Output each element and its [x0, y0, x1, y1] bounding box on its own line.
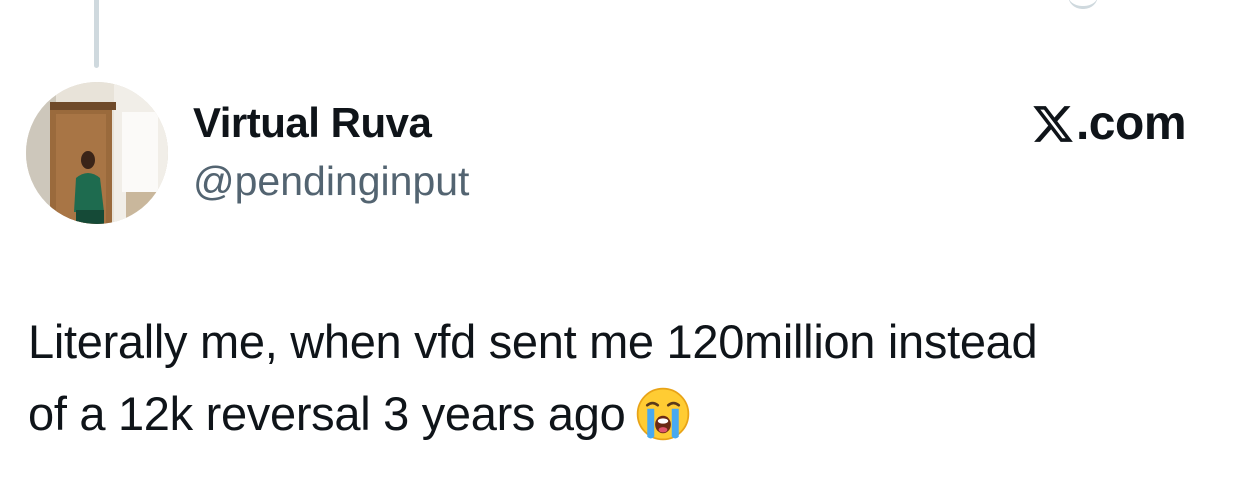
brand-logo[interactable]: .com	[1031, 96, 1187, 152]
tweet-line: Literally me, when vfd sent me 120millio…	[28, 315, 1038, 368]
author-display-name[interactable]: Virtual Ruva	[193, 99, 432, 147]
thread-connector-line	[94, 0, 99, 68]
avatar-photo	[26, 82, 168, 224]
x-logo-icon	[1033, 106, 1073, 142]
loudly-crying-face-icon	[637, 387, 690, 441]
author-handle[interactable]: @pendinginput	[193, 157, 469, 205]
partial-icon-top-right	[1068, 0, 1098, 9]
tweet-line-with-emoji: of a 12k reversal 3 years ago	[28, 378, 1228, 450]
tweet-body: Literally me, when vfd sent me 120millio…	[28, 306, 1228, 450]
avatar[interactable]	[26, 82, 168, 224]
tweet-line-text: of a 12k reversal 3 years ago	[28, 387, 626, 440]
brand-domain-text: .com	[1075, 97, 1187, 150]
